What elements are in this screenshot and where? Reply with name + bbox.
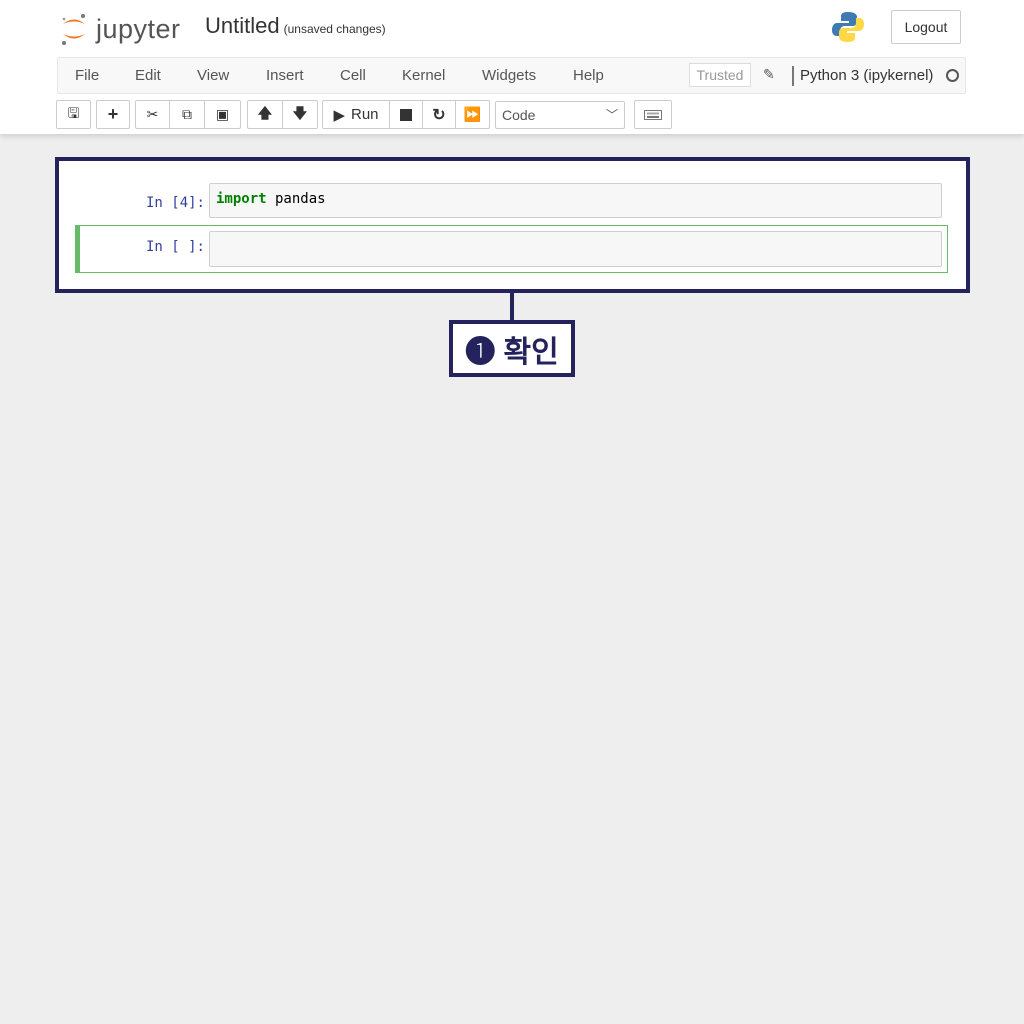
cut-icon: ✂: [146, 106, 159, 122]
menu-kernel[interactable]: Kernel: [402, 67, 445, 84]
code-text: pandas: [266, 191, 326, 207]
logo-text: jupyter: [96, 13, 181, 44]
plus-icon: +: [107, 104, 119, 124]
stop-button[interactable]: [390, 101, 423, 128]
jupyter-logo-icon: [62, 14, 85, 45]
restart-icon: ↻: [432, 106, 446, 124]
menu-insert[interactable]: Insert: [266, 67, 304, 84]
callout-label: ❶ 확인: [449, 320, 575, 377]
play-icon: ▶: [333, 106, 345, 124]
code-keyword: import: [216, 191, 267, 207]
empty-cell-input[interactable]: [209, 231, 942, 267]
pencil-icon[interactable]: ✎: [763, 66, 775, 83]
arrow-up-icon: 🡅: [257, 104, 273, 121]
menu-file[interactable]: File: [75, 67, 99, 84]
highlighted-notebook-area: In [4]: import pandas In [ ]:: [55, 157, 970, 293]
move-down-button[interactable]: 🡇: [283, 101, 317, 128]
cut-button[interactable]: ✂: [136, 101, 170, 128]
code-cell-input[interactable]: import pandas: [209, 183, 942, 218]
copy-button[interactable]: ⧉: [170, 101, 205, 128]
menu-cell[interactable]: Cell: [340, 67, 366, 84]
cell-prompt: In [ ]:: [145, 239, 205, 255]
run-button[interactable]: ▶ Run: [323, 101, 390, 128]
menu-edit[interactable]: Edit: [135, 67, 161, 84]
kernel-status-icon: [946, 69, 959, 82]
paste-icon: ▣: [215, 106, 230, 122]
menu-view[interactable]: View: [197, 67, 229, 84]
trusted-button[interactable]: Trusted: [689, 63, 751, 87]
title-text[interactable]: Untitled: [205, 13, 280, 38]
save-group: 🖫: [56, 100, 91, 129]
restart-button[interactable]: ↻: [423, 101, 456, 128]
keyboard-icon: [644, 109, 662, 120]
restart-run-all-button[interactable]: ⏩: [456, 101, 489, 128]
run-label: Run: [351, 106, 379, 123]
cell-prompt: In [4]:: [145, 195, 205, 211]
selected-cell[interactable]: In [ ]:: [75, 225, 948, 273]
run-group: ▶ Run ↻ ⏩: [322, 100, 490, 129]
callout-connector: [510, 293, 514, 321]
jupyter-logo[interactable]: jupyter: [60, 12, 181, 46]
kernel-name[interactable]: Python 3 (ipykernel): [792, 66, 933, 86]
chevron-down-icon: ﹀: [605, 108, 618, 122]
cell-type-value: Code: [502, 107, 536, 123]
edit-group: ✂ ⧉ ▣: [135, 100, 241, 129]
copy-icon: ⧉: [182, 106, 192, 122]
paste-button[interactable]: ▣: [205, 101, 240, 128]
menu-bar: File Edit View Insert Cell Kernel Widget…: [57, 57, 966, 94]
insert-group: +: [96, 100, 130, 129]
notebook-title[interactable]: Untitled (unsaved changes): [205, 13, 386, 39]
stop-icon: [400, 108, 412, 121]
header: jupyter Untitled (unsaved changes) Logout…: [0, 0, 1024, 134]
python-logo-icon: [832, 12, 864, 42]
cell-type-select[interactable]: Code ﹀: [495, 101, 625, 129]
save-button[interactable]: 🖫: [57, 101, 90, 128]
move-up-button[interactable]: 🡅: [248, 101, 283, 128]
logout-button[interactable]: Logout: [891, 10, 961, 44]
arrow-down-icon: 🡇: [292, 104, 308, 121]
keyboard-shortcuts-button[interactable]: [634, 100, 672, 129]
menu-widgets[interactable]: Widgets: [482, 67, 536, 84]
insert-cell-button[interactable]: +: [97, 101, 129, 128]
fast-forward-icon: ⏩: [463, 106, 482, 122]
menu-help[interactable]: Help: [573, 67, 604, 84]
save-icon: 🖫: [67, 104, 80, 121]
save-status: (unsaved changes): [283, 22, 386, 36]
move-group: 🡅 🡇: [247, 100, 318, 129]
